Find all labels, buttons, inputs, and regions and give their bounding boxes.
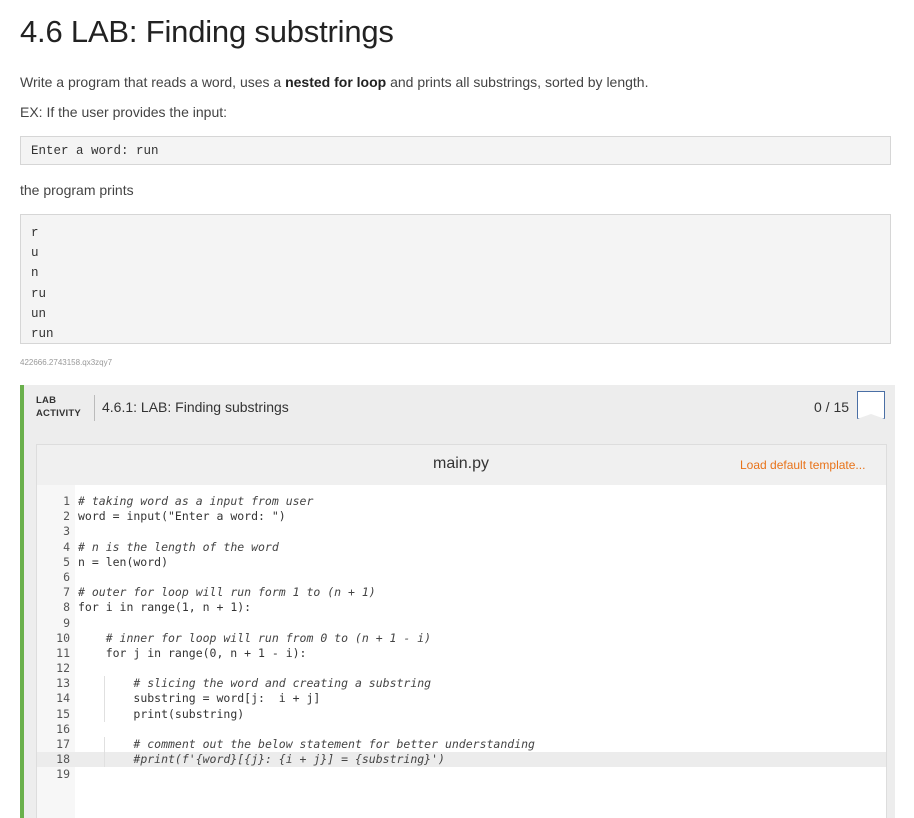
- example-intro: EX: If the user provides the input:: [20, 104, 228, 120]
- code-line[interactable]: 11 for j in range(0, n + 1 - i):: [37, 646, 886, 661]
- code-comment: # slicing the word and creating a substr…: [133, 676, 432, 691]
- lab-header: LAB ACTIVITY 4.6.1: LAB: Finding substri…: [24, 385, 895, 431]
- code-line[interactable]: 16: [37, 722, 886, 737]
- code-text: for j in range(0, n + 1 - i):: [105, 645, 307, 660]
- line-number: 12: [56, 661, 70, 676]
- line-number: 19: [56, 767, 70, 782]
- output-intro: the program prints: [20, 182, 134, 198]
- code-comment: # outer for loop will run form 1 to (n +…: [78, 585, 376, 600]
- code-line[interactable]: 14 substring = word[j: i + j]: [37, 691, 886, 707]
- code-line[interactable]: 2 word = input("Enter a word: "): [37, 509, 886, 524]
- page-title: 4.6 LAB: Finding substrings: [20, 14, 394, 49]
- line-number: 4: [63, 539, 70, 554]
- code-line[interactable]: 15 print(substring): [37, 706, 886, 722]
- output-line: r: [31, 226, 39, 240]
- output-line: ru: [31, 286, 47, 301]
- lab-separator: [94, 395, 95, 421]
- lab-activity-tag: LAB ACTIVITY: [36, 394, 81, 420]
- lab-activity-panel: LAB ACTIVITY 4.6.1: LAB: Finding substri…: [20, 385, 895, 818]
- code-line[interactable]: 19: [37, 767, 886, 782]
- code-text: substring = word[j: i + j]: [133, 691, 321, 706]
- code-line[interactable]: 7 # outer for loop will run form 1 to (n …: [37, 585, 886, 600]
- line-number: 15: [56, 706, 70, 721]
- indent-guide: [104, 691, 106, 707]
- description-text: Write a program that reads a word, uses …: [20, 74, 286, 90]
- code-line[interactable]: 13 # slicing the word and creating a subs…: [37, 676, 886, 692]
- code-editor[interactable]: main.py Load default template... 1 # taki…: [36, 444, 887, 818]
- output-line: run: [31, 326, 54, 341]
- indent-guide: [104, 706, 106, 722]
- indent-guide: [104, 676, 106, 692]
- output-example-box: r u n ru un run: [20, 214, 891, 344]
- indent-guide: [104, 737, 106, 753]
- line-number: 2: [63, 509, 70, 524]
- line-number: 17: [56, 737, 70, 751]
- hash-id: 422666.2743158.qx3zqy7: [20, 358, 113, 367]
- line-number: 14: [56, 691, 70, 706]
- code-line[interactable]: 12: [37, 661, 886, 676]
- line-number: 1: [63, 494, 70, 508]
- code-line[interactable]: 9: [37, 616, 886, 631]
- input-example-box: Enter a word: run: [20, 136, 891, 165]
- lab-tag-line2: ACTIVITY: [36, 408, 81, 419]
- code-text: n = len(word): [78, 554, 169, 569]
- code-line[interactable]: 6: [37, 570, 886, 585]
- code-comment: # inner for loop will run from 0 to (n +…: [105, 630, 432, 645]
- line-number: 11: [56, 645, 70, 660]
- line-number: 18: [56, 752, 70, 767]
- line-number: 7: [63, 585, 70, 600]
- lab-tag-line1: LAB: [36, 395, 57, 406]
- completion-check-icon: [857, 391, 885, 419]
- description-text-end: and prints all substrings, sorted by len…: [386, 74, 649, 90]
- code-line[interactable]: 17 # comment out the below statement for …: [37, 737, 886, 753]
- code-line[interactable]: 1 # taking word as a input from user: [37, 494, 886, 509]
- code-comment: #print(f'{word}[{j}: {i + j}] = {substri…: [133, 752, 445, 767]
- code-line[interactable]: 10 # inner for loop will run from 0 to (n…: [37, 631, 886, 646]
- output-line: un: [31, 306, 47, 321]
- code-line[interactable]: 4 # n is the length of the word: [37, 540, 886, 555]
- code-line[interactable]: 3: [37, 524, 886, 539]
- line-number: 6: [63, 569, 70, 584]
- line-number: 10: [56, 630, 70, 645]
- code-comment: # n is the length of the word: [78, 539, 279, 554]
- code-area[interactable]: 1 # taking word as a input from user 2 word…: [37, 494, 886, 783]
- indent-guide: [104, 752, 106, 768]
- code-text: word = input("Enter a word: "): [78, 509, 286, 524]
- code-comment: # taking word as a input from user: [78, 494, 314, 508]
- file-name: main.py: [433, 455, 490, 472]
- lab-title: 4.6.1: LAB: Finding substrings: [102, 399, 289, 415]
- line-number: 8: [63, 600, 70, 615]
- code-line[interactable]: 8 for i in range(1, n + 1):: [37, 600, 886, 615]
- line-number: 9: [63, 615, 70, 630]
- code-text: for i in range(1, n + 1):: [78, 600, 252, 615]
- line-number: 5: [63, 554, 70, 569]
- problem-description: Write a program that reads a word, uses …: [20, 74, 648, 90]
- code-text: print(substring): [133, 706, 245, 721]
- editor-toolbar: main.py Load default template...: [37, 445, 886, 485]
- code-line[interactable]: 18 #print(f'{word}[{j}: {i + j}] = {subst…: [37, 752, 886, 768]
- line-number: 3: [63, 524, 70, 539]
- code-comment: # comment out the below statement for be…: [133, 737, 535, 751]
- code-line[interactable]: 5 n = len(word): [37, 555, 886, 570]
- load-default-template-link[interactable]: Load default template...: [740, 458, 865, 472]
- output-line: n: [31, 266, 39, 281]
- output-line: u: [31, 246, 39, 261]
- line-number: 16: [56, 721, 70, 736]
- line-number: 13: [56, 676, 70, 691]
- description-bold-text: nested for loop: [285, 74, 387, 90]
- lab-score: 0 / 15: [814, 399, 850, 415]
- input-example-text: Enter a word: run: [31, 144, 159, 158]
